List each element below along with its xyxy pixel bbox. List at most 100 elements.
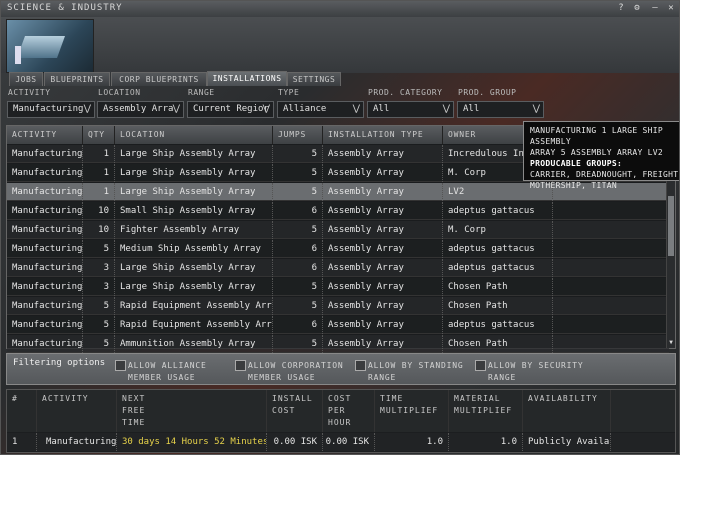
cell-jumps: 5 [273,145,323,163]
type-select[interactable]: Alliance ⋁ [277,101,364,118]
cell-jumps: 5 [273,164,323,182]
col-cost-per-hour[interactable]: COST PER HOUR [323,390,375,432]
tab-settings[interactable]: SETTINGS [287,72,341,86]
table-row[interactable]: Manufacturing 5 Ammunition Assembly Array 5… [7,335,669,353]
activity-select[interactable]: Manufacturing ⋁ [7,101,95,118]
cell-qty: 10 [83,221,115,239]
activity-filter-label: ACTIVITY [8,88,51,97]
col-location[interactable]: LOCATION [115,126,273,144]
settings-icon[interactable]: ⚙ [631,3,643,14]
close-icon[interactable]: ✕ [665,3,677,14]
chevron-down-icon: ⋁ [442,104,450,114]
filter-bar: ACTIVITY Manufacturing ⋁ LOCATION Assembl… [1,86,679,122]
cell-type: Assembly Array [323,278,443,296]
cell-location: Large Ship Assembly Array [115,145,273,163]
cell-owner: adeptus gattacus [443,202,553,220]
tooltip-line: CARRIER, DREADNOUGHT, FREIGHTER, [530,170,680,179]
cell-location: Fighter Assembly Array [115,221,273,239]
col-availability[interactable]: AVAILABILITY [523,390,611,432]
range-filter-label: RANGE [188,88,215,97]
cell-jumps: 6 [273,202,323,220]
cell-jumps: 6 [273,316,323,334]
cell-qty: 1 [83,145,115,163]
chevron-down-icon: ⋁ [262,104,270,114]
cell-owner: Chosen Path [443,278,553,296]
col-spacer [611,390,675,432]
col-number[interactable]: # [7,390,37,432]
cell-qty: 1 [83,164,115,182]
allow-alliance-checkbox[interactable] [115,360,126,371]
type-filter-label: TYPE [278,88,300,97]
table-row[interactable]: Manufacturing 3 Large Ship Assembly Array 6… [7,259,669,277]
cell-type: Assembly Array [323,297,443,315]
location-select[interactable]: Assembly Arra ⋁ [97,101,184,118]
cell-location: Rapid Equipment Assembly Array [115,297,273,315]
cell-type: Assembly Array [323,202,443,220]
cell-type: Assembly Array [323,335,443,353]
details-row[interactable]: 1 Manufacturing 30 days 14 Hours 52 Minu… [7,433,675,451]
tab-jobs[interactable]: JOBS [9,72,43,86]
scroll-thumb[interactable] [668,196,674,256]
col-jumps[interactable]: JUMPS [273,126,323,144]
cell-qty: 1 [83,183,115,201]
prod-category-select[interactable]: All ⋁ [367,101,454,118]
cell-activity: Manufacturing [7,183,83,201]
cell-type: Assembly Array [323,240,443,258]
cell-location: Large Ship Assembly Array [115,259,273,277]
prod-group-select[interactable]: All ⋁ [457,101,544,118]
allow-standing-label: ALLOW BY STANDING RANGE [368,361,464,382]
title-bar[interactable]: SCIENCE & INDUSTRY ? ⚙ – ✕ [1,1,679,18]
details-material-multiplier: 1.0 [449,433,523,451]
table-row[interactable]: Manufacturing 5 Medium Ship Assembly Array… [7,240,669,258]
help-icon[interactable]: ? [615,3,627,14]
col-time-multiplier[interactable]: TIME MULTIPLIEF [375,390,449,432]
table-row[interactable]: Manufacturing 5 Rapid Equipment Assembly A… [7,297,669,315]
cell-activity: Manufacturing [7,240,83,258]
allow-standing-checkbox[interactable] [355,360,366,371]
cell-location: Large Ship Assembly Array [115,164,273,182]
table-row[interactable]: Manufacturing 10 Small Ship Assembly Array… [7,202,669,220]
minimize-icon[interactable]: – [649,3,661,14]
scroll-down-icon[interactable]: ▼ [667,339,675,347]
col-details-activity[interactable]: ACTIVITY [37,390,117,432]
col-installation-type[interactable]: INSTALLATION TYPE [323,126,443,144]
cell-qty: 5 [83,316,115,334]
tooltip-line: ARRAY 5 ASSEMBLY ARRAY LV2 [530,148,664,157]
allow-corporation-checkbox[interactable] [235,360,246,371]
cell-jumps: 6 [273,259,323,277]
table-row[interactable]: Manufacturing 5 Rapid Equipment Assembly A… [7,316,669,334]
cell-owner: adeptus gattacus [443,240,553,258]
tab-installations[interactable]: INSTALLATIONS [207,71,287,86]
range-select[interactable]: Current Regior ⋁ [187,101,274,118]
tab-blueprints[interactable]: BLUEPRINTS [44,72,110,86]
cell-type: Assembly Array [323,145,443,163]
installation-details-table: # ACTIVITY NEXT FREE TIME INSTALL COST COST… [6,389,676,453]
cell-location: Small Ship Assembly Array [115,202,273,220]
tab-corp-blueprints[interactable]: CORP BLUEPRINTS [111,72,207,86]
cell-activity: Manufacturing [7,202,83,220]
allow-alliance-label: ALLOW ALLIANCE MEMBER USAGE [128,361,207,382]
cell-jumps: 5 [273,297,323,315]
col-install-cost[interactable]: INSTALL COST [267,390,323,432]
cell-owner: M. Corp [443,221,553,239]
col-material-multiplier[interactable]: MATERIAL MULTIPLIEF [449,390,523,432]
table-row[interactable]: Manufacturing 3 Large Ship Assembly Array 5… [7,278,669,296]
cell-location: Medium Ship Assembly Array [115,240,273,258]
col-activity[interactable]: ACTIVITY [7,126,83,144]
chevron-down-icon: ⋁ [532,104,540,114]
cell-jumps: 5 [273,183,323,201]
cell-activity: Manufacturing [7,164,83,182]
details-availability: Publicly Available [523,433,611,451]
allow-security-checkbox[interactable] [475,360,486,371]
col-qty[interactable]: QTY [83,126,115,144]
cell-activity: Manufacturing [7,278,83,296]
filtering-options-panel: Filtering options ALLOW ALLIANCE MEMBER U… [6,353,676,385]
col-next-free-time[interactable]: NEXT FREE TIME [117,390,267,432]
cell-jumps: 6 [273,240,323,258]
location-filter-label: LOCATION [98,88,141,97]
tooltip-heading: PRODUCABLE GROUPS: [530,159,623,168]
cell-type: Assembly Array [323,183,443,201]
table-row[interactable]: Manufacturing 10 Fighter Assembly Array 5 As… [7,221,669,239]
window-title: SCIENCE & INDUSTRY [7,3,123,13]
science-industry-window: SCIENCE & INDUSTRY ? ⚙ – ✕ JOBS BLUEPRIN… [0,0,680,455]
